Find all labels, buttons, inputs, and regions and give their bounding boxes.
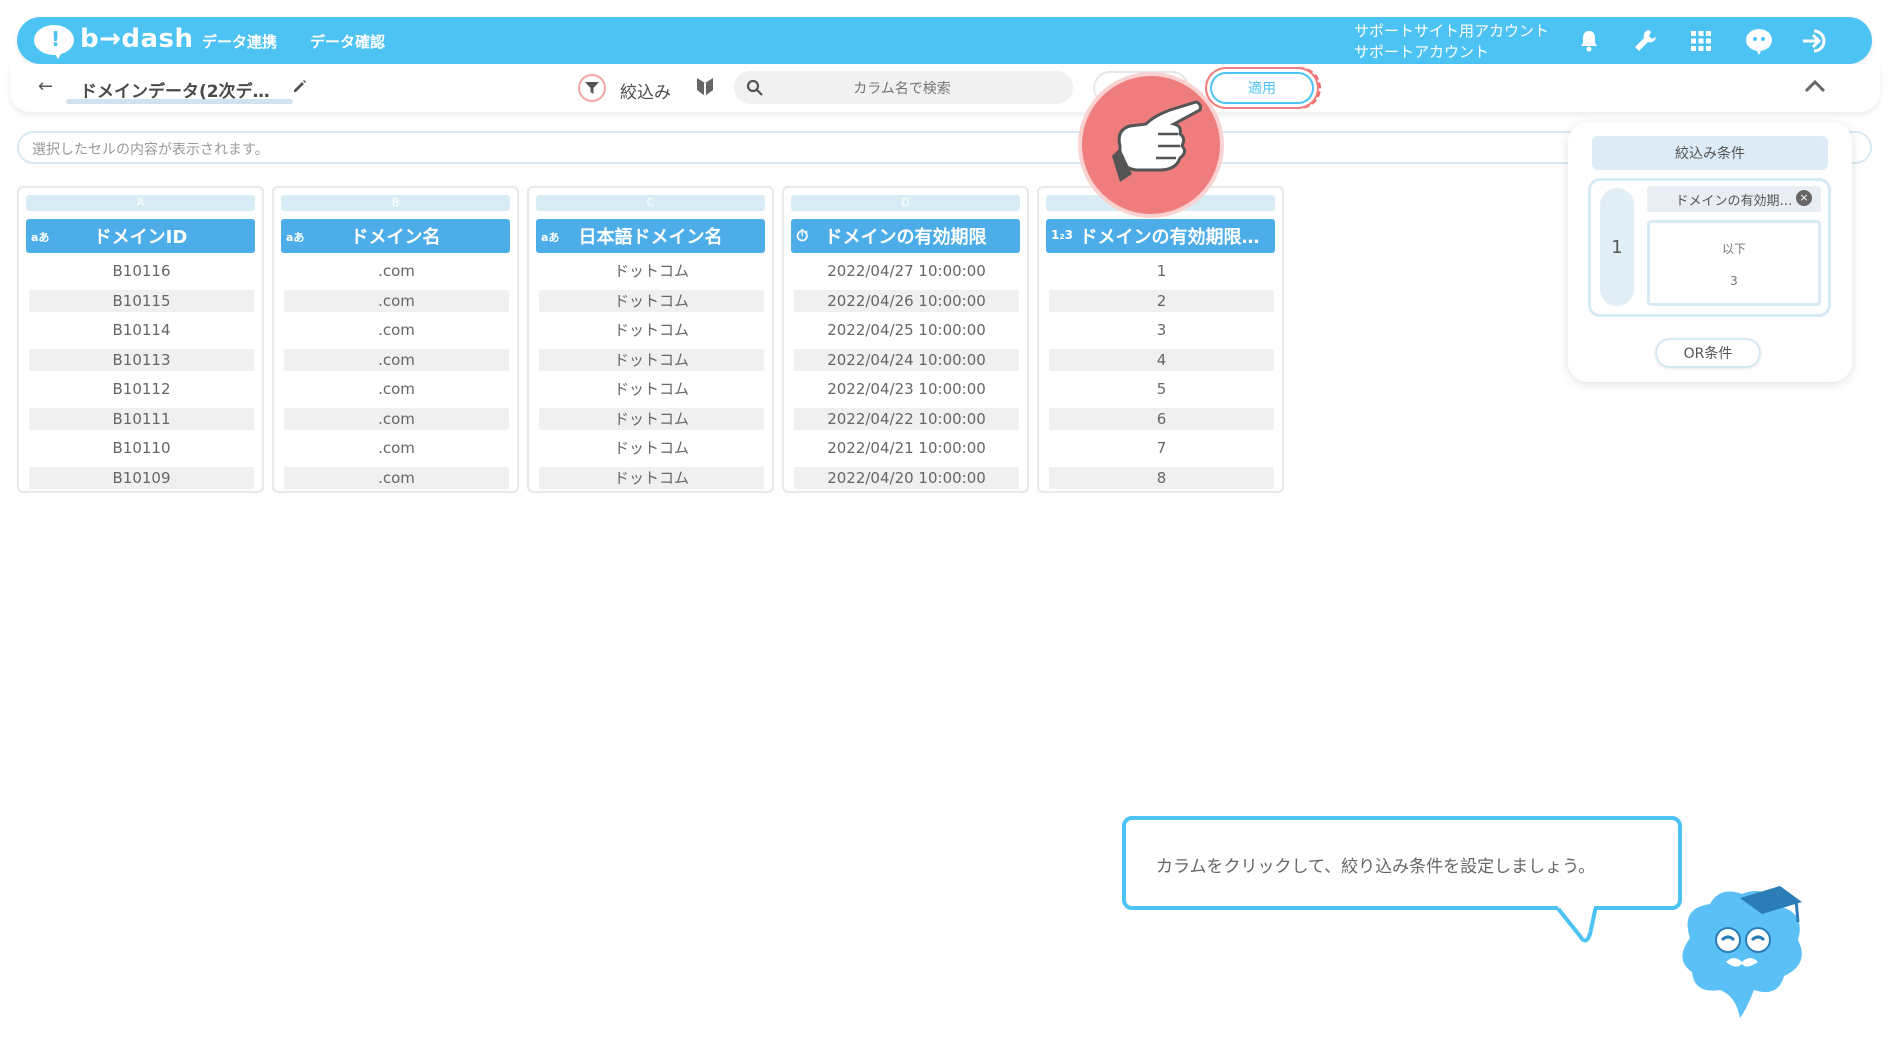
table-cell[interactable]: 1 — [1049, 260, 1274, 282]
beginner-mark-icon[interactable] — [696, 76, 714, 102]
column-c[interactable]: C aあ 日本語ドメイン名 ドットコム ドットコム ドットコム ドットコム ドッ… — [527, 186, 774, 493]
column-search-input[interactable] — [780, 71, 1024, 106]
table-cell[interactable]: B10115 — [29, 290, 254, 312]
mascot-icon[interactable] — [1744, 26, 1774, 56]
column-a[interactable]: A aあ ドメインID B10116 B10115 B10114 B10113 … — [17, 186, 264, 493]
group-index: 1 — [1600, 188, 1634, 306]
table-cell[interactable]: B10114 — [29, 319, 254, 341]
text-type-icon: aあ — [286, 231, 305, 244]
column-header[interactable]: aあ 日本語ドメイン名 — [536, 219, 765, 253]
table-cell[interactable]: 2022/04/24 10:00:00 — [794, 349, 1019, 371]
number-type-icon: 1₂3 — [1051, 228, 1073, 242]
column-d[interactable]: D ⏱ ドメインの有効期限 2022/04/27 10:00:00 2022/0… — [782, 186, 1029, 493]
column-header[interactable]: aあ ドメインID — [26, 219, 255, 253]
mascot-icon — [1670, 878, 1820, 1032]
table-cell[interactable]: 7 — [1049, 437, 1274, 459]
condition-box[interactable] — [1647, 220, 1821, 306]
column-header[interactable]: 1₂3 ドメインの有効期限… — [1046, 219, 1275, 253]
table-cell[interactable]: 6 — [1049, 408, 1274, 430]
nav-data-check[interactable]: データ確認 — [310, 31, 385, 52]
table-cell[interactable]: 2022/04/26 10:00:00 — [794, 290, 1019, 312]
table-cell[interactable]: 2022/04/22 10:00:00 — [794, 408, 1019, 430]
column-e[interactable]: 1₂3 ドメインの有効期限… 1 2 3 4 5 6 7 8 — [1037, 186, 1284, 493]
logout-icon[interactable] — [1800, 26, 1830, 56]
table-cell[interactable]: ドットコム — [539, 260, 764, 282]
table-cell[interactable]: 2022/04/27 10:00:00 — [794, 260, 1019, 282]
search-icon — [746, 79, 763, 100]
column-b[interactable]: B aあ ドメイン名 .com .com .com .com .com .com… — [272, 186, 519, 493]
condition-operator: 以下 — [1721, 242, 1746, 256]
column-header-label: ドメインの有効期限… — [1079, 227, 1260, 248]
table-cell[interactable]: ドットコム — [539, 408, 764, 430]
table-cell[interactable]: .com — [284, 349, 509, 371]
table-cell[interactable]: 5 — [1049, 378, 1274, 400]
table-cell[interactable]: 2022/04/20 10:00:00 — [794, 467, 1019, 489]
table-cell[interactable]: 2022/04/23 10:00:00 — [794, 378, 1019, 400]
column-header[interactable]: ⏱ ドメインの有効期限 — [791, 219, 1020, 253]
condition-column-chip[interactable]: ドメインの有効期… — [1647, 186, 1821, 212]
text-type-icon: aあ — [31, 231, 50, 244]
column-letter: B — [281, 195, 510, 211]
table-cell[interactable]: B10111 — [29, 408, 254, 430]
panel-title: 絞込み条件 — [1592, 136, 1828, 170]
apply-button[interactable]: 適用 — [1210, 72, 1314, 104]
back-button[interactable]: ← — [38, 76, 53, 97]
close-icon[interactable]: × — [1796, 190, 1812, 206]
table-cell[interactable]: .com — [284, 437, 509, 459]
column-letter: C — [536, 195, 765, 211]
table-cell[interactable]: B10112 — [29, 378, 254, 400]
datetime-type-icon: ⏱ — [796, 226, 809, 245]
filter-label[interactable]: 絞込み — [620, 78, 671, 103]
table-cell[interactable]: .com — [284, 260, 509, 282]
column-header-label: ドメインの有効期限 — [824, 227, 987, 248]
logo-icon: ! — [34, 25, 74, 59]
account-subname[interactable]: サポートアカウント — [1354, 41, 1489, 62]
chevron-up-icon[interactable] — [1803, 78, 1827, 98]
table-cell[interactable]: ドットコム — [539, 437, 764, 459]
column-header-label: ドメインID — [93, 227, 188, 248]
pencil-icon[interactable] — [292, 78, 308, 98]
tutorial-message: カラムをクリックして、絞り込み条件を設定しましょう。 — [1156, 857, 1596, 877]
table-cell[interactable]: 2022/04/25 10:00:00 — [794, 319, 1019, 341]
wrench-icon[interactable] — [1630, 26, 1660, 56]
table-cell[interactable]: 2022/04/21 10:00:00 — [794, 437, 1019, 459]
table-cell[interactable]: ドットコム — [539, 319, 764, 341]
table-cell[interactable]: 4 — [1049, 349, 1274, 371]
column-header[interactable]: aあ ドメイン名 — [281, 219, 510, 253]
table-cell[interactable]: .com — [284, 467, 509, 489]
bell-icon[interactable] — [1574, 26, 1604, 56]
column-letter: A — [26, 195, 255, 211]
table-cell[interactable]: B10109 — [29, 467, 254, 489]
pointing-hand-icon — [1102, 96, 1206, 192]
speech-bubble-tail — [1554, 900, 1606, 948]
table-cell[interactable]: 3 — [1049, 319, 1274, 341]
column-header-label: 日本語ドメイン名 — [578, 227, 723, 248]
text-type-icon: aあ — [541, 231, 560, 244]
table-cell[interactable]: .com — [284, 408, 509, 430]
table-cell[interactable]: ドットコム — [539, 467, 764, 489]
page-title[interactable]: ドメインデータ(2次デ… — [80, 77, 270, 102]
apps-grid-icon[interactable] — [1686, 26, 1716, 56]
cell-preview-placeholder: 選択したセルの内容が表示されます。 — [32, 142, 269, 158]
or-condition-button[interactable]: OR条件 — [1655, 338, 1761, 368]
table-cell[interactable]: 2 — [1049, 290, 1274, 312]
table-cell[interactable]: ドットコム — [539, 349, 764, 371]
column-letter: D — [791, 195, 1020, 211]
table-cell[interactable]: 8 — [1049, 467, 1274, 489]
filter-icon[interactable] — [578, 74, 606, 102]
table-cell[interactable]: B10110 — [29, 437, 254, 459]
account-name[interactable]: サポートサイト用アカウント — [1354, 20, 1549, 41]
column-header-label: ドメイン名 — [350, 227, 441, 248]
table-cell[interactable]: .com — [284, 290, 509, 312]
logo-text[interactable]: b→dash — [80, 24, 194, 54]
table-cell[interactable]: B10116 — [29, 260, 254, 282]
nav-data-integration[interactable]: データ連携 — [202, 31, 277, 52]
table-cell[interactable]: .com — [284, 378, 509, 400]
table-cell[interactable]: ドットコム — [539, 290, 764, 312]
condition-value: 3 — [1730, 274, 1738, 288]
table-cell[interactable]: B10113 — [29, 349, 254, 371]
table-cell[interactable]: ドットコム — [539, 378, 764, 400]
table-cell[interactable]: .com — [284, 319, 509, 341]
